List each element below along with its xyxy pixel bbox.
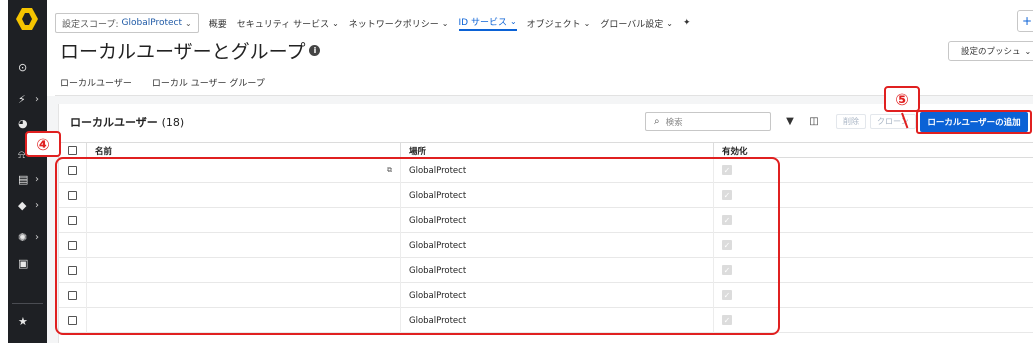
column-header-enabled[interactable]: 有効化 [722,145,748,157]
info-icon[interactable]: i [309,45,321,56]
nav-label: グローバル設定 [600,19,664,30]
annotation-box-rows [55,157,780,335]
workflows-icon[interactable]: ▤ › [8,168,47,190]
nav-security-services[interactable]: セキュリティ サービス ⌄ [237,17,339,30]
favorites-icon[interactable]: ★ [8,310,47,332]
marketplace-icon[interactable]: ▣ [8,252,47,274]
nav-label: ID サービス [458,18,507,28]
tab-label: ローカル ユーザー グループ [151,79,265,89]
delete-label: 削除 [843,117,859,126]
chevron-down-icon: ⌄ [583,18,591,28]
top-navigation: 設定スコープ: GlobalProtect ⌄ 概要 セキュリティ サービス ⌄ … [55,12,701,34]
nav-label: ネットワークポリシー [348,19,439,30]
search-placeholder: 検索 [665,117,683,128]
annotation-callout-5: ⑤ [884,86,920,112]
config-scope-selector[interactable]: 設定スコープ: GlobalProtect ⌄ [55,13,199,33]
nav-network-policy[interactable]: ネットワークポリシー ⌄ [349,17,449,30]
shield-icon[interactable]: ◆ › [8,194,47,216]
logo-icon[interactable] [14,6,40,32]
annotation-callout-4: ④ [25,131,61,157]
nav-objects[interactable]: オブジェクト ⌄ [527,17,591,30]
panel-title-text: ローカルユーザー [70,116,158,129]
nav-id-services[interactable]: ID サービス ⌄ [458,15,517,31]
chevron-down-icon: ⌄ [1024,46,1032,56]
delete-button[interactable]: 削除 [836,114,866,129]
column-header-name[interactable]: 名前 [95,145,112,157]
nav-label: セキュリティ サービス [236,19,330,30]
push-config-button[interactable]: 設定のプッシュ ⌄ [948,41,1033,61]
chevron-down-icon: ⌄ [666,18,673,28]
filter-icon[interactable]: ▼ [782,114,798,129]
page-title-text: ローカルユーザーとグループ [60,41,306,63]
sidebar: ⊙ ⚡ › ◕ ⍾ ▤ › ◆ › ✺ › ▣ ★ [8,0,47,343]
tab-bar: ローカルユーザー ローカル ユーザー グループ [55,76,280,97]
add-widget-button[interactable]: + [1017,10,1033,32]
nav-overview[interactable]: 概要 [209,17,227,30]
chevron-down-icon: ⌄ [185,18,192,28]
search-icon: ⌕ [654,116,660,127]
annotation-box-add-button [916,110,1032,134]
column-header-location[interactable]: 場所 [409,145,426,157]
dashboard-icon[interactable]: ⊙ [8,56,47,78]
table-header: 名前 場所 有効化 [58,142,1033,159]
columns-icon[interactable]: ◫ [806,114,822,129]
scope-label: 設定スコープ: [62,19,119,30]
sidebar-divider [12,303,43,304]
nav-label: 概要 [208,19,227,30]
tab-local-user-groups[interactable]: ローカル ユーザー グループ [147,76,270,97]
nav-global-settings[interactable]: グローバル設定 ⌄ [600,17,673,30]
settings-icon[interactable]: ✺ › [8,226,47,248]
activity-icon[interactable]: ⚡ › [8,88,47,110]
tab-local-users[interactable]: ローカルユーザー [55,76,137,97]
tab-label: ローカルユーザー [60,79,132,89]
chevron-down-icon: ⌄ [441,18,449,28]
search-input[interactable]: ⌕ 検索 [645,112,771,131]
pin-icon[interactable]: ✦ [683,18,691,28]
select-all-checkbox[interactable] [68,146,77,155]
panel-title: ローカルユーザー (18) [70,114,184,130]
user-count: (18) [161,116,185,129]
page-title: ローカルユーザーとグループ i [60,37,321,64]
app-root: ⊙ ⚡ › ◕ ⍾ ▤ › ◆ › ✺ › ▣ ★ 設定スコープ: GlobalProt… [0,0,1033,343]
chevron-down-icon: ⌄ [332,18,339,28]
nav-label: オブジェクト [526,19,581,30]
clone-button[interactable]: クローン [870,114,916,129]
chevron-down-icon: ⌄ [509,17,517,26]
scope-value: GlobalProtect [121,18,183,28]
push-config-label: 設定のプッシュ [961,47,1021,57]
